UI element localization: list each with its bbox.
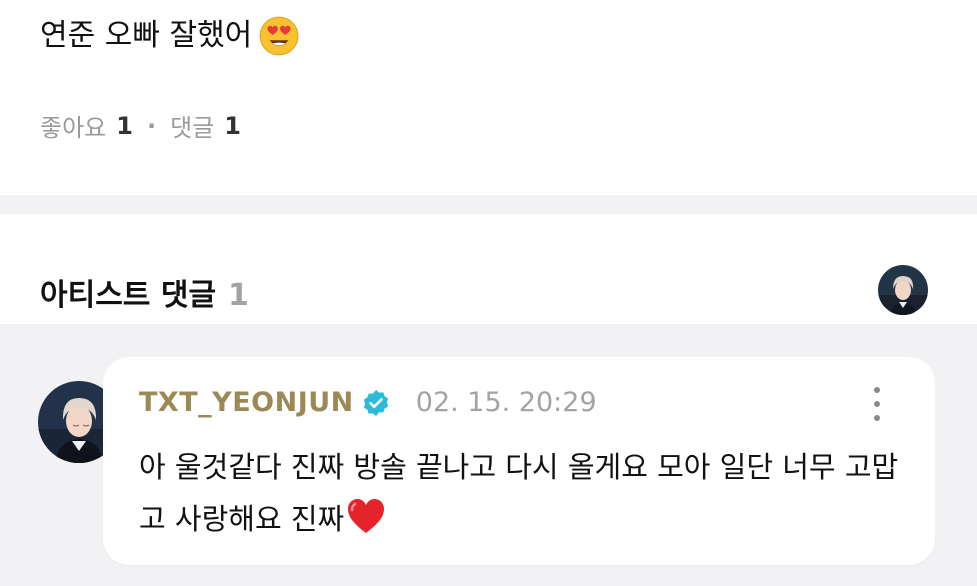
post-stats: 좋아요 1 · 댓글 1 [40, 108, 241, 143]
post-content: 연준 오빠 잘했어 [40, 14, 300, 58]
like-button[interactable]: 좋아요 1 [40, 108, 133, 143]
likes-label: 좋아요 [40, 114, 107, 142]
comment-author-name[interactable]: TXT_YEONJUN [139, 387, 354, 418]
comment-text: 아 울것같다 진짜 방솔 끝나고 다시 올게요 모아 일단 너무 고맙고 사랑해… [139, 450, 899, 536]
artist-comments-header: 아티스트 댓글 1 [0, 214, 977, 324]
section-divider [0, 195, 977, 214]
artist-comments-label: 아티스트 댓글 [40, 278, 217, 313]
comment-body: 아 울것같다 진짜 방솔 끝나고 다시 올게요 모아 일단 너무 고맙고 사랑해… [139, 441, 919, 545]
post-text: 연준 오빠 잘했어 [40, 18, 253, 53]
artist-comments-title: 아티스트 댓글 1 [40, 270, 249, 314]
comments-label: 댓글 [170, 114, 215, 142]
comments-link[interactable]: 댓글 1 [170, 108, 241, 143]
more-options-icon[interactable] [865, 387, 889, 421]
fan-post: 연준 오빠 잘했어 좋아요 1 · 댓글 1 [0, 0, 977, 195]
comment-header: TXT_YEONJUN 02. 15. 20:29 [139, 387, 597, 418]
red-heart-emoji-icon [348, 499, 385, 533]
comment-timestamp: 02. 15. 20:29 [415, 387, 597, 418]
artist-avatar[interactable] [878, 265, 928, 315]
artist-comments-count: 1 [228, 278, 249, 313]
heart-eyes-emoji-icon [259, 16, 299, 56]
comments-count: 1 [224, 111, 241, 140]
stats-separator: · [146, 111, 157, 140]
verified-badge-icon [363, 389, 388, 416]
comment-card: TXT_YEONJUN 02. 15. 20:29 아 울것같다 진짜 방솔 끝… [103, 357, 935, 565]
likes-count: 1 [116, 111, 133, 140]
